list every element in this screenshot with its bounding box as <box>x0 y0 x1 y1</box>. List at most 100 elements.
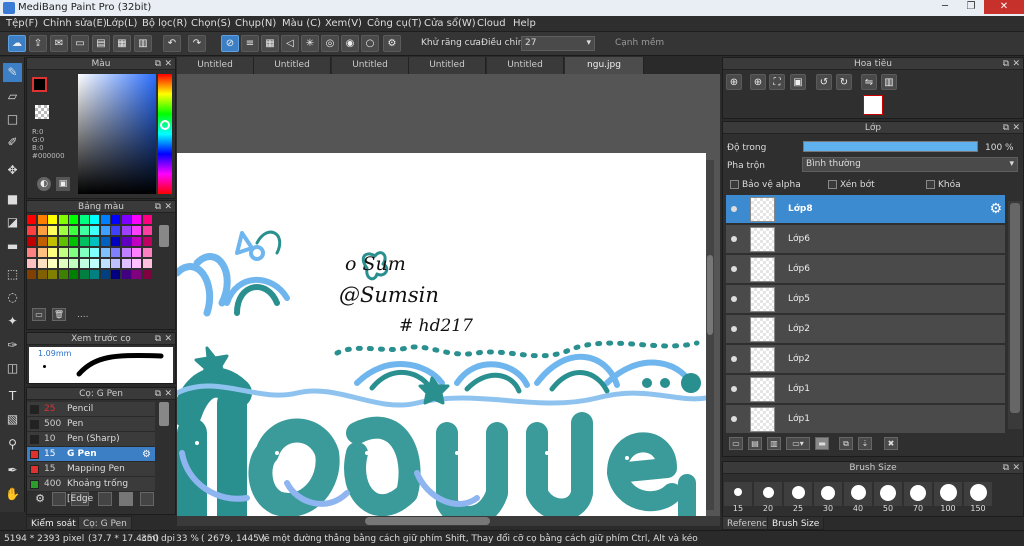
close-icon[interactable]: ✕ <box>164 58 172 70</box>
palette-swatch[interactable] <box>100 259 110 268</box>
blend-mode-select[interactable]: Bình thường ▾ <box>802 157 1018 172</box>
folder-icon[interactable]: ▬ <box>815 437 829 450</box>
cloud-icon[interactable]: ☁ <box>8 35 26 52</box>
eye-icon[interactable] <box>731 386 737 392</box>
palette-swatch[interactable] <box>37 248 47 257</box>
undock-icon[interactable]: ⧉ <box>155 58 161 70</box>
share-icon[interactable]: ⇪ <box>29 35 47 52</box>
palette-swatch[interactable] <box>100 237 110 246</box>
palette-swatch[interactable] <box>121 226 131 235</box>
palette-swatch[interactable] <box>79 215 89 224</box>
palette-swatch[interactable] <box>58 226 68 235</box>
undock-icon[interactable]: ⧉ <box>1003 462 1009 474</box>
brush-item[interactable]: 25 Pencil <box>27 402 155 417</box>
palette-swatch[interactable] <box>100 248 110 257</box>
palette-swatch[interactable] <box>90 259 99 268</box>
palette-swatch[interactable] <box>48 248 57 257</box>
add-layer-menu-icon[interactable]: ▭▾ <box>786 437 810 450</box>
palette-swatch[interactable] <box>69 248 78 257</box>
menu-window[interactable]: Cửa sổ(W) <box>424 18 476 29</box>
cross-snap-icon[interactable]: ▦ <box>261 35 279 52</box>
new-doc-icon[interactable]: ▭ <box>71 35 89 52</box>
snap-off-icon[interactable]: ⊘ <box>221 35 239 52</box>
palette-swatch[interactable] <box>37 226 47 235</box>
rotate-left-icon[interactable]: ↺ <box>816 74 832 90</box>
palette-swatch[interactable] <box>142 248 152 257</box>
close-icon[interactable]: ✕ <box>164 201 172 213</box>
primary-color-swatch[interactable] <box>32 77 47 92</box>
palette-swatch[interactable] <box>142 237 152 246</box>
trash-icon[interactable]: ✖ <box>884 437 898 450</box>
drawing-canvas[interactable]: o Sum @Sumsin # hd217 <box>177 153 706 516</box>
palette-swatch[interactable] <box>121 248 131 257</box>
palette-swatch[interactable] <box>100 270 110 279</box>
palette-more[interactable]: .... <box>77 310 88 320</box>
brush-item[interactable]: 400 Khoảng trống [Edge <box>27 477 155 504</box>
clipping-checkbox[interactable] <box>828 180 837 189</box>
gear-icon[interactable]: ⚙ <box>142 447 151 462</box>
bucket-tool-icon[interactable]: ◪ <box>3 213 22 232</box>
gear-icon[interactable]: ⚙ <box>989 201 1002 217</box>
palette-swatch[interactable] <box>69 270 78 279</box>
palette-swatch[interactable] <box>48 270 57 279</box>
layer-row[interactable]: Lớp1 <box>726 405 1005 434</box>
select-rect-tool-icon[interactable]: ⬚ <box>3 265 22 284</box>
fit-window-icon[interactable]: ⛶ <box>769 74 785 90</box>
palette-swatch[interactable] <box>142 270 152 279</box>
maximize-button[interactable]: ❐ <box>958 0 984 14</box>
color-wheel-icon[interactable]: ◐ <box>37 177 51 191</box>
palette-swatch[interactable] <box>142 215 152 224</box>
palette-swatch[interactable] <box>142 259 152 268</box>
canvas-hscroll[interactable] <box>177 516 720 526</box>
palette-swatch[interactable] <box>132 237 141 246</box>
doc-tab[interactable]: Untitled <box>177 57 254 74</box>
palette-swatch[interactable] <box>58 259 68 268</box>
close-icon[interactable]: ✕ <box>1012 58 1020 70</box>
palette-swatch[interactable] <box>111 237 120 246</box>
saturation-value-picker[interactable] <box>78 74 156 194</box>
brush-item[interactable]: 10 Pen (Sharp) <box>27 432 155 447</box>
palette-swatch[interactable] <box>27 248 36 257</box>
layer-row[interactable]: Lớp6 <box>726 255 1005 284</box>
rotate-right-icon[interactable]: ↻ <box>836 74 852 90</box>
brush-size-option[interactable]: 40 <box>844 482 872 513</box>
menu-select[interactable]: Chọn(S) <box>191 18 231 29</box>
palette-swatch[interactable] <box>90 215 99 224</box>
palette-swatch[interactable] <box>111 215 120 224</box>
layer-row[interactable]: Lớp1 <box>726 375 1005 404</box>
palette-swatch[interactable] <box>37 270 47 279</box>
tab-brush[interactable]: Cọ: G Pen <box>78 516 132 530</box>
palette-swatch[interactable] <box>69 259 78 268</box>
palette-swatch[interactable] <box>111 259 120 268</box>
add-palette-icon[interactable]: ▭ <box>32 308 46 321</box>
layer-row-selected[interactable]: Lớp8 ⚙ <box>726 195 1005 224</box>
palette-swatch[interactable] <box>121 259 131 268</box>
eye-icon[interactable] <box>731 416 737 422</box>
lock-checkbox[interactable] <box>926 180 935 189</box>
brush-size-option[interactable]: 70 <box>904 482 932 513</box>
magic-wand-tool-icon[interactable]: ✦ <box>3 312 22 331</box>
layer-row[interactable]: Lớp6 <box>726 225 1005 254</box>
doc-tab[interactable]: Untitled <box>332 57 409 74</box>
palette-swatch[interactable] <box>132 248 141 257</box>
undock-icon[interactable]: ⧉ <box>155 201 161 213</box>
new-8bit-layer-icon[interactable]: ▥ <box>767 437 781 450</box>
radial-snap-icon[interactable]: ✳ <box>301 35 319 52</box>
palette-swatch[interactable] <box>79 248 89 257</box>
eye-icon[interactable] <box>731 296 737 302</box>
pen-tool-icon[interactable]: ✐ <box>3 133 22 152</box>
menu-view[interactable]: Xem(V) <box>325 18 362 29</box>
palette-swatch[interactable] <box>58 248 68 257</box>
palette-swatch[interactable] <box>37 215 47 224</box>
grid-icon[interactable]: ▦ <box>113 35 131 52</box>
opacity-slider[interactable] <box>803 141 978 152</box>
palette-swatch[interactable] <box>121 270 131 279</box>
tab-brush-size[interactable]: Brush Size <box>767 516 825 530</box>
zoom-in-2-icon[interactable]: ⊕ <box>750 74 766 90</box>
color-mode-icon[interactable]: ▣ <box>56 177 70 191</box>
close-button[interactable]: ✕ <box>984 0 1024 14</box>
move-tool-icon[interactable]: ✥ <box>3 161 22 180</box>
undock-icon[interactable]: ⧉ <box>155 388 161 400</box>
brush-settings-icon[interactable]: ⚙ <box>32 492 48 506</box>
vanishing-snap-icon[interactable]: ◁ <box>281 35 299 52</box>
